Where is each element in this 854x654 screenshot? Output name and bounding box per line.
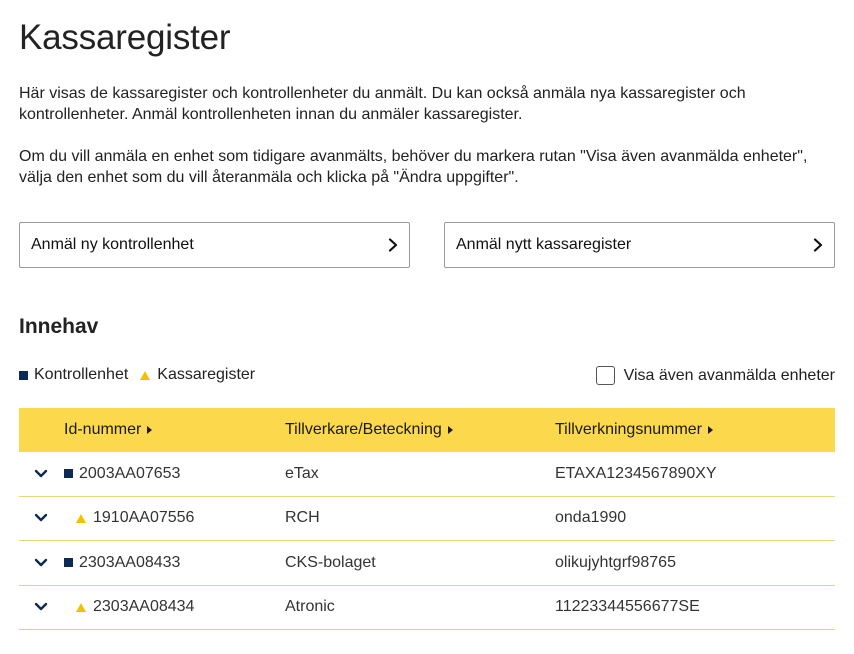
intro-paragraph-1: Här visas de kassaregister och kontrolle… [19, 85, 746, 123]
cell-id: 2003AA07653 [64, 465, 180, 483]
cell-manufacturer: eTax [285, 464, 319, 482]
chevron-right-icon [388, 238, 398, 252]
cell-id: 1910AA07556 [64, 509, 194, 527]
chevron-down-icon[interactable] [34, 558, 48, 568]
show-deregistered-checkbox[interactable] [595, 366, 615, 385]
table-row[interactable]: 2303AA08434 Atronic 11223344556677SE [19, 586, 835, 630]
cell-id-value: 1910AA07556 [93, 509, 195, 527]
column-header-manufacturer-label: Tillverkare/Beteckning [285, 421, 442, 438]
cell-id: 2303AA08433 [64, 554, 180, 572]
column-header-serial[interactable]: Tillverkningsnummer [555, 421, 713, 439]
triangle-icon [140, 370, 151, 380]
column-header-manufacturer[interactable]: Tillverkare/Beteckning [285, 421, 453, 439]
chevron-down-icon[interactable] [34, 513, 48, 523]
sort-icon [708, 426, 713, 434]
cell-serial: olikujyhtgrf98765 [555, 553, 676, 571]
column-header-serial-label: Tillverkningsnummer [555, 421, 702, 438]
cell-id-value: 2303AA08433 [79, 553, 181, 571]
legend: Kontrollenhet Kassaregister [19, 366, 267, 384]
sort-icon [147, 426, 153, 434]
intro-text: Här visas de kassaregister och kontrolle… [19, 83, 819, 209]
legend-register: Kassaregister [140, 366, 255, 384]
new-register-label: Anmäl nytt kassaregister [456, 236, 632, 253]
triangle-icon [76, 602, 86, 612]
column-header-id[interactable]: Id-nummer [64, 421, 153, 439]
holdings-title: Innehav [19, 315, 99, 338]
chevron-down-icon[interactable] [34, 602, 48, 612]
square-icon [64, 558, 73, 568]
page-title: Kassaregister [19, 18, 231, 57]
new-control-unit-label: Anmäl ny kontrollenhet [31, 236, 194, 253]
square-icon [64, 469, 73, 479]
cell-id-value: 2303AA08434 [93, 598, 195, 616]
chevron-right-icon [813, 238, 823, 252]
new-control-unit-button[interactable]: Anmäl ny kontrollenhet [19, 222, 410, 268]
holdings-table: Id-nummer Tillverkare/Beteckning Tillver… [19, 408, 835, 630]
cell-serial: 11223344556677SE [555, 598, 700, 616]
show-deregistered-toggle[interactable]: Visa även avanmälda enheter [595, 366, 835, 385]
legend-register-label: Kassaregister [157, 366, 256, 383]
table-header: Id-nummer Tillverkare/Beteckning Tillver… [19, 408, 835, 452]
table-row[interactable]: 2003AA07653 eTax ETAXA1234567890XY [19, 452, 835, 497]
cell-id: 2303AA08434 [64, 598, 194, 616]
cell-manufacturer: RCH [285, 509, 320, 527]
column-header-id-label: Id-nummer [64, 421, 142, 438]
new-register-button[interactable]: Anmäl nytt kassaregister [444, 222, 835, 268]
cell-manufacturer: Atronic [285, 598, 335, 616]
square-icon [19, 370, 28, 380]
show-deregistered-label: Visa även avanmälda enheter [623, 366, 835, 384]
cell-id-value: 2003AA07653 [79, 464, 181, 482]
table-row[interactable]: 2303AA08433 CKS-bolaget olikujyhtgrf98765 [19, 541, 835, 586]
table-row[interactable]: 1910AA07556 RCH onda1990 [19, 497, 835, 541]
triangle-icon [76, 513, 86, 523]
sort-icon [447, 426, 453, 434]
table-body: 2003AA07653 eTax ETAXA1234567890XY 1910AA07… [19, 452, 835, 630]
chevron-down-icon[interactable] [34, 469, 48, 479]
cell-manufacturer: CKS-bolaget [285, 553, 376, 571]
cell-serial: onda1990 [555, 509, 627, 527]
intro-paragraph-2: Om du vill anmäla en enhet som tidigare … [19, 148, 808, 186]
legend-control-unit: Kontrollenhet [19, 366, 128, 384]
legend-control-unit-label: Kontrollenhet [34, 366, 129, 383]
cell-serial: ETAXA1234567890XY [555, 464, 717, 482]
